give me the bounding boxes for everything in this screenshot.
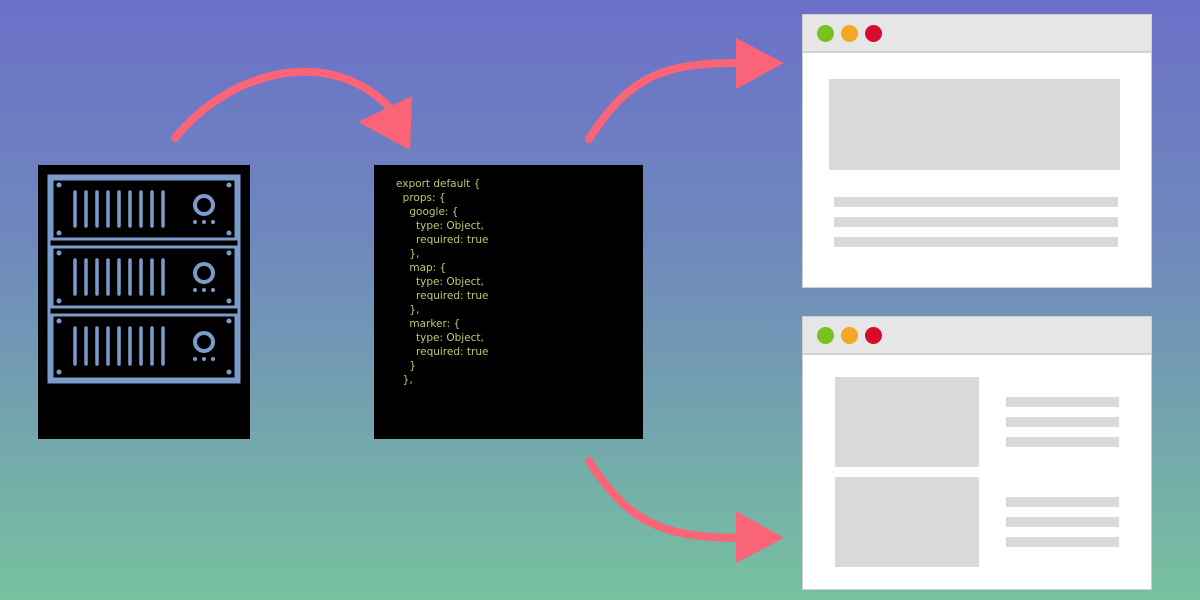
arrow-code-to-browser-bottom (585, 457, 749, 542)
maximize-dot-icon (817, 327, 834, 344)
minimize-dot-icon (841, 327, 858, 344)
text-line-placeholder (1006, 497, 1119, 507)
maximize-dot-icon (817, 25, 834, 42)
browser-window-bottom (802, 316, 1152, 590)
text-line-placeholder (1006, 517, 1119, 527)
image-placeholder (835, 477, 979, 567)
arrow-head-icon (736, 38, 784, 89)
browser-window-top (802, 14, 1152, 288)
image-placeholder (835, 377, 979, 467)
text-line-placeholder (1006, 397, 1119, 407)
text-line-placeholder (1006, 437, 1119, 447)
browser-title-bar (803, 317, 1151, 355)
diagram-canvas: export default { props: { google: { type… (0, 0, 1200, 600)
minimize-dot-icon (841, 25, 858, 42)
text-line-placeholder (834, 237, 1118, 247)
arrow-code-to-browser-top (585, 58, 749, 143)
arrow-server-to-code (171, 67, 394, 142)
hero-placeholder (829, 79, 1120, 170)
close-dot-icon (865, 327, 882, 344)
text-line-placeholder (1006, 417, 1119, 427)
browser-title-bar (803, 15, 1151, 53)
text-line-placeholder (1006, 537, 1119, 547)
close-dot-icon (865, 25, 882, 42)
text-line-placeholder (834, 217, 1118, 227)
text-line-placeholder (834, 197, 1118, 207)
arrow-head-icon (736, 511, 784, 563)
